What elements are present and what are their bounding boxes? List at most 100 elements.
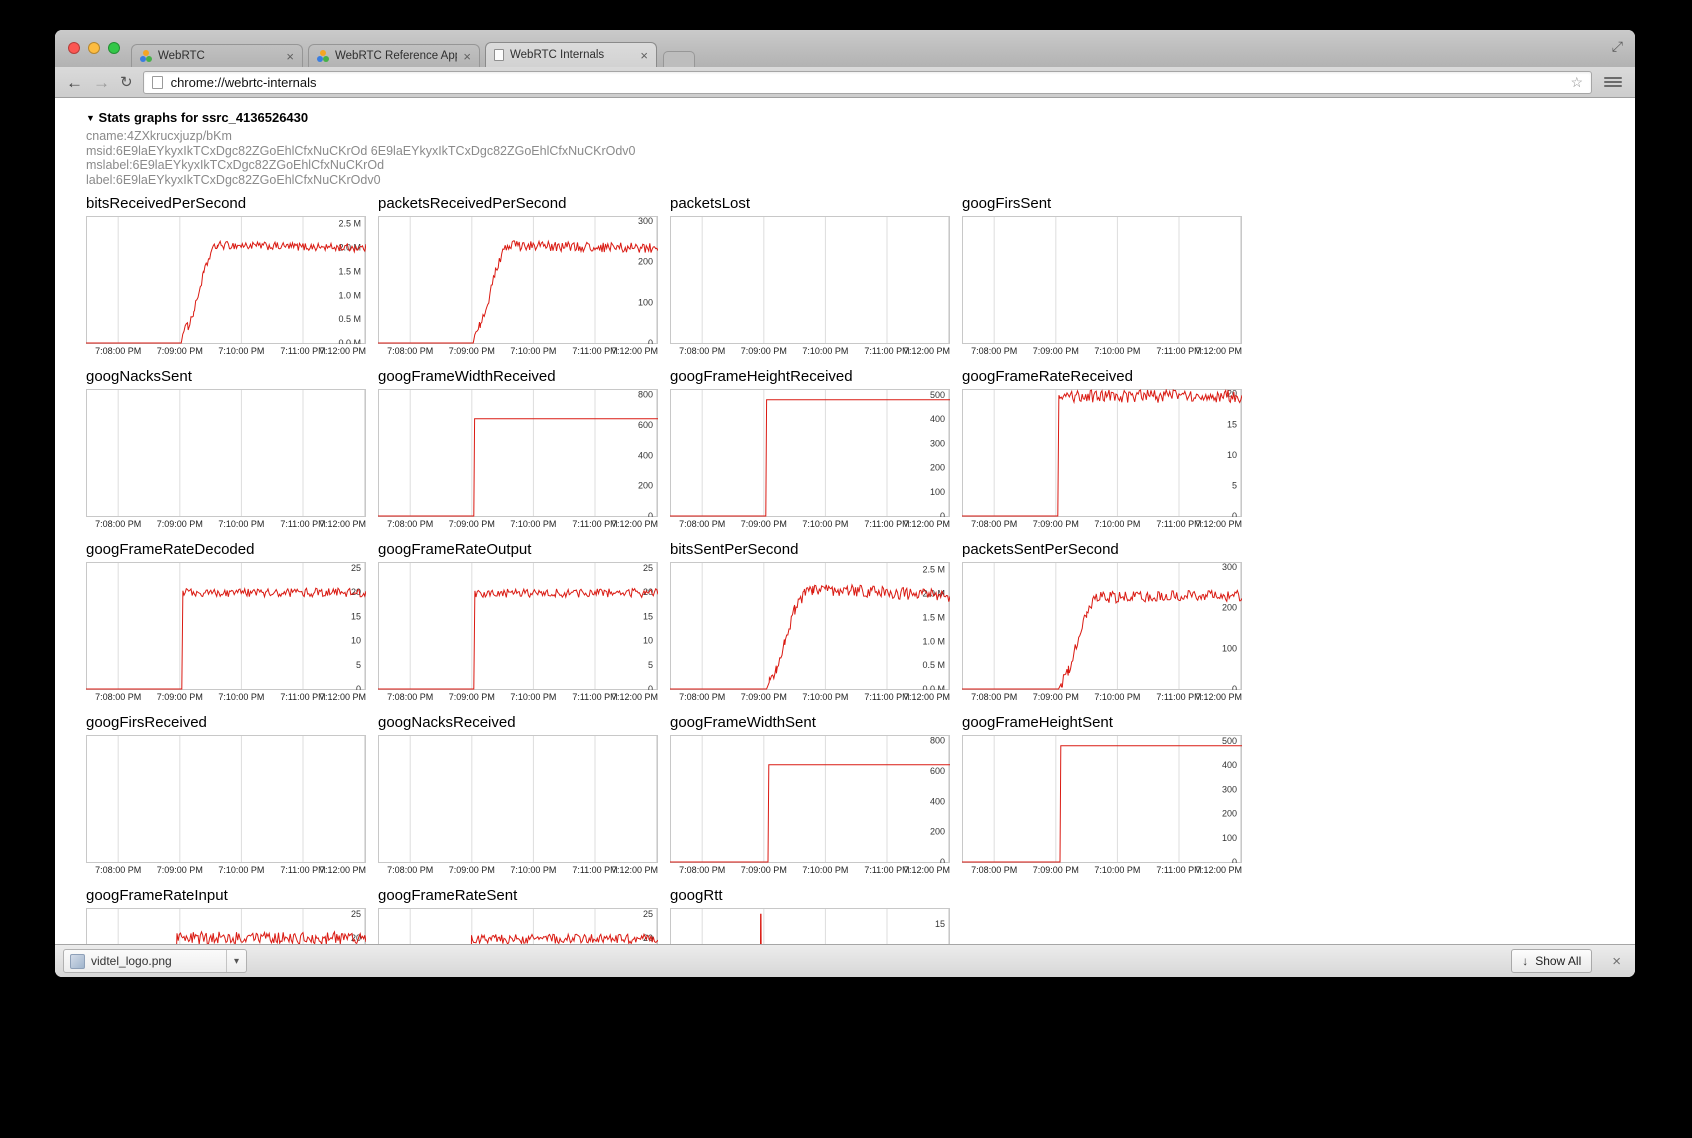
chart-line [670, 585, 950, 689]
x-tick-label: 7:12:00 PM [320, 519, 366, 529]
stats-heading[interactable]: ▼ Stats graphs for ssrc_4136526430 [86, 110, 1635, 125]
tab-close-icon[interactable]: × [286, 50, 294, 63]
x-tick-label: 7:12:00 PM [320, 346, 366, 356]
chart-plot: 5004003002001000 [670, 389, 950, 517]
svg-text:15: 15 [935, 919, 945, 929]
svg-text:300: 300 [1222, 784, 1237, 794]
svg-text:1.0 M: 1.0 M [922, 636, 945, 646]
chart-line [962, 591, 1242, 690]
webrtc-favicon [317, 50, 329, 62]
chart-cell-packetsLost: packetsLost7:08:00 PM7:09:00 PM7:10:00 P… [670, 195, 950, 357]
svg-text:0.5 M: 0.5 M [338, 314, 361, 324]
info-label: label:6E9laEYkyxIkTCxDgc82ZGoEhlCfxNuCKr… [86, 173, 1635, 188]
x-tick-label: 7:11:00 PM [280, 865, 325, 875]
svg-text:10: 10 [1227, 450, 1237, 460]
chart-x-axis-labels: 7:08:00 PM7:09:00 PM7:10:00 PM7:11:00 PM… [378, 690, 658, 703]
chart-title: bitsReceivedPerSecond [86, 195, 366, 216]
chart-cell-googFirsReceived: googFirsReceived7:08:00 PM7:09:00 PM7:10… [86, 714, 366, 876]
bookmark-star-icon[interactable]: ☆ [1570, 74, 1583, 91]
chart-line [670, 914, 950, 944]
page-content: ▼ Stats graphs for ssrc_4136526430 cname… [55, 98, 1635, 944]
svg-text:10: 10 [351, 636, 361, 646]
x-tick-label: 7:11:00 PM [572, 519, 617, 529]
svg-text:15: 15 [643, 611, 653, 621]
image-file-icon [70, 954, 85, 969]
menu-icon[interactable] [1602, 77, 1624, 87]
chart-x-axis-labels: 7:08:00 PM7:09:00 PM7:10:00 PM7:11:00 PM… [378, 517, 658, 530]
chart-title: packetsLost [670, 195, 950, 216]
x-tick-label: 7:12:00 PM [904, 692, 950, 702]
chart-cell-packetsReceivedPerSecond: packetsReceivedPerSecond30020010007:08:0… [378, 195, 658, 357]
x-tick-label: 7:08:00 PM [387, 865, 433, 875]
chart-title: googNacksSent [86, 368, 366, 389]
x-tick-label: 7:10:00 PM [1094, 692, 1140, 702]
x-tick-label: 7:10:00 PM [510, 865, 556, 875]
chart-plot: 151050 [670, 908, 950, 944]
chart-plot: 8006004002000 [670, 735, 950, 863]
chart-cell-googFrameRateOutput: googFrameRateOutput25201510507:08:00 PM7… [378, 541, 658, 703]
x-tick-label: 7:09:00 PM [1033, 519, 1079, 529]
new-tab-button[interactable] [663, 51, 695, 67]
back-button[interactable]: ← [66, 74, 83, 91]
x-tick-label: 7:10:00 PM [218, 346, 264, 356]
chart-title: packetsSentPerSecond [962, 541, 1242, 562]
svg-text:200: 200 [930, 463, 945, 473]
svg-text:5: 5 [648, 660, 653, 670]
tab-close-icon[interactable]: × [640, 49, 648, 62]
x-tick-label: 7:09:00 PM [157, 865, 203, 875]
fullscreen-icon[interactable]: ⤢ [1612, 38, 1623, 55]
x-tick-label: 7:10:00 PM [510, 692, 556, 702]
svg-text:500: 500 [930, 390, 945, 400]
svg-text:100: 100 [1222, 833, 1237, 843]
x-tick-label: 7:12:00 PM [1196, 519, 1242, 529]
tab-webrtc[interactable]: WebRTC × [131, 44, 303, 67]
x-tick-label: 7:10:00 PM [510, 346, 556, 356]
chart-x-axis-labels: 7:08:00 PM7:09:00 PM7:10:00 PM7:11:00 PM… [378, 863, 658, 876]
x-tick-label: 7:08:00 PM [387, 692, 433, 702]
svg-text:0.5 M: 0.5 M [922, 660, 945, 670]
x-tick-label: 7:09:00 PM [157, 346, 203, 356]
chart-x-axis-labels: 7:08:00 PM7:09:00 PM7:10:00 PM7:11:00 PM… [86, 517, 366, 530]
chart-plot [86, 735, 366, 863]
x-tick-label: 7:11:00 PM [280, 692, 325, 702]
tab-close-icon[interactable]: × [463, 50, 471, 63]
x-tick-label: 7:10:00 PM [802, 346, 848, 356]
minimize-window-button[interactable] [88, 42, 100, 54]
download-dropdown-icon[interactable]: ▾ [226, 950, 246, 972]
tabs: WebRTC × WebRTC Reference App × WebRTC I… [131, 42, 695, 67]
reload-button[interactable]: ↻ [120, 75, 133, 90]
svg-text:600: 600 [638, 420, 653, 430]
chart-line [670, 765, 950, 862]
svg-text:2.5 M: 2.5 M [922, 565, 945, 575]
downloads-close-icon[interactable]: × [1606, 953, 1627, 970]
tab-webrtc-reference-app[interactable]: WebRTC Reference App × [308, 44, 480, 67]
chart-x-axis-labels: 7:08:00 PM7:09:00 PM7:10:00 PM7:11:00 PM… [86, 690, 366, 703]
x-tick-label: 7:09:00 PM [1033, 865, 1079, 875]
x-tick-label: 7:10:00 PM [1094, 519, 1140, 529]
download-item[interactable]: vidtel_logo.png ▾ [63, 949, 247, 973]
zoom-window-button[interactable] [108, 42, 120, 54]
tab-webrtc-internals[interactable]: WebRTC Internals × [485, 42, 657, 67]
svg-text:100: 100 [638, 297, 653, 307]
browser-window: WebRTC × WebRTC Reference App × WebRTC I… [55, 30, 1635, 977]
x-tick-label: 7:09:00 PM [741, 865, 787, 875]
tab-title: WebRTC Internals [510, 49, 634, 61]
chart-cell-googFrameWidthReceived: googFrameWidthReceived80060040020007:08:… [378, 368, 658, 530]
address-bar[interactable]: chrome://webrtc-internals ☆ [143, 71, 1592, 94]
x-tick-label: 7:08:00 PM [679, 519, 725, 529]
show-all-button[interactable]: ↓ Show All [1511, 949, 1592, 973]
chart-cell-googNacksReceived: googNacksReceived7:08:00 PM7:09:00 PM7:1… [378, 714, 658, 876]
x-tick-label: 7:09:00 PM [449, 865, 495, 875]
chart-title: bitsSentPerSecond [670, 541, 950, 562]
x-tick-label: 7:12:00 PM [904, 346, 950, 356]
close-window-button[interactable] [68, 42, 80, 54]
chart-x-axis-labels: 7:08:00 PM7:09:00 PM7:10:00 PM7:11:00 PM… [378, 344, 658, 357]
svg-text:300: 300 [1222, 562, 1237, 572]
chart-cell-googFrameRateReceived: googFrameRateReceived201510507:08:00 PM7… [962, 368, 1242, 530]
chart-plot: 2.5 M2.0 M1.5 M1.0 M0.5 M0.0 M [670, 562, 950, 690]
forward-button[interactable]: → [93, 74, 110, 91]
chart-x-axis-labels: 7:08:00 PM7:09:00 PM7:10:00 PM7:11:00 PM… [670, 517, 950, 530]
svg-text:100: 100 [930, 487, 945, 497]
x-tick-label: 7:12:00 PM [612, 346, 658, 356]
svg-text:400: 400 [638, 450, 653, 460]
